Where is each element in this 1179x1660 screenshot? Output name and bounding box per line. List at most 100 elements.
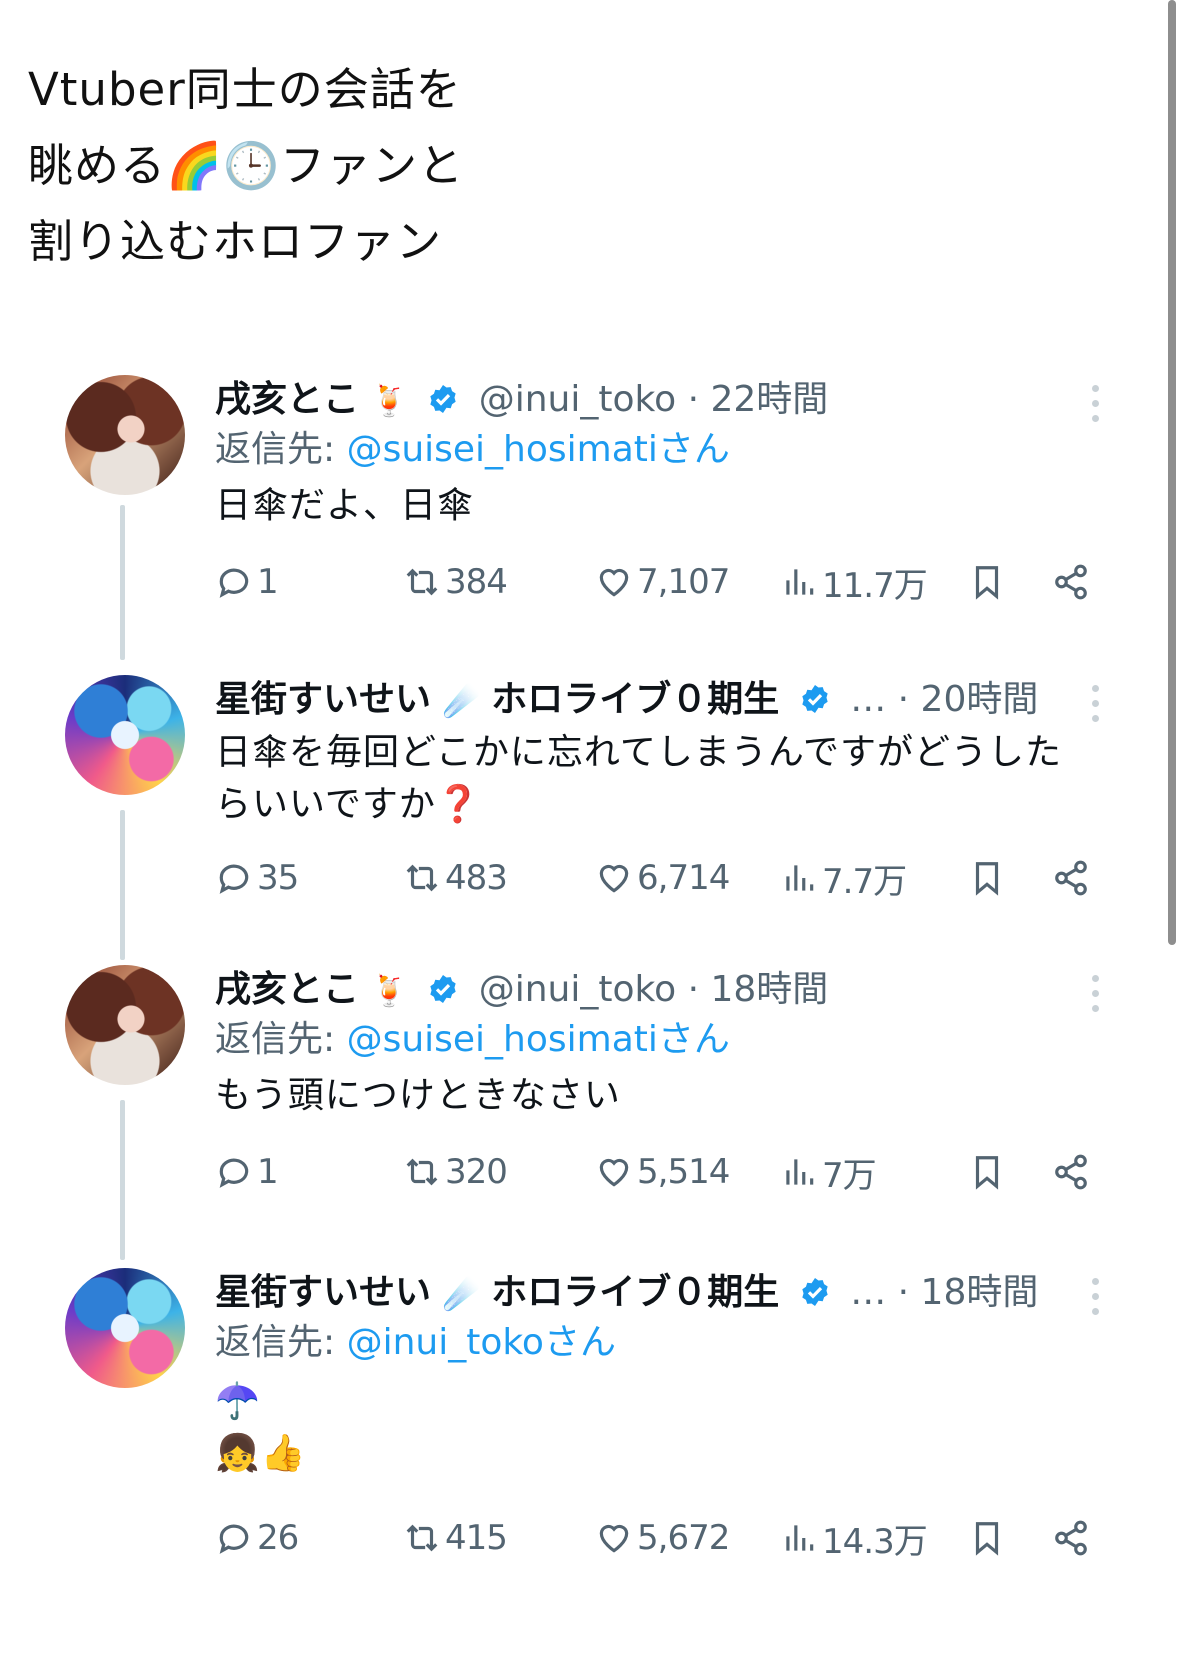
- more-icon[interactable]: [1092, 385, 1100, 425]
- share-button[interactable]: [1052, 1147, 1094, 1197]
- timestamp[interactable]: · 22時間: [688, 379, 829, 420]
- reply-button[interactable]: 35: [215, 853, 299, 903]
- display-name[interactable]: 星街すいせい: [215, 679, 431, 720]
- reply-icon: [219, 568, 249, 598]
- action-bar: 35 483 6,714 7.7万: [0, 853, 1179, 903]
- views-icon: [786, 1525, 814, 1551]
- like-button[interactable]: 6,714: [595, 853, 730, 903]
- retweet-count: 320: [445, 1152, 508, 1192]
- bookmark-icon: [975, 1156, 999, 1190]
- handle[interactable]: @inui_toko: [479, 969, 676, 1010]
- share-icon: [1055, 564, 1087, 600]
- share-button[interactable]: [1052, 853, 1094, 903]
- avatar[interactable]: [65, 1268, 185, 1388]
- views-button[interactable]: 7万: [780, 1147, 877, 1197]
- tweet-header: 星街すいせい ☄️ ホロライブ０期生 … · 20時間: [215, 675, 1038, 725]
- tweet-text-line: ☂️: [215, 1381, 261, 1422]
- retweet-button[interactable]: 483: [403, 853, 508, 903]
- reply-to: 返信先: @suisei_hosimatiさん: [215, 425, 730, 475]
- display-name[interactable]: 星街すいせい: [215, 1272, 431, 1313]
- retweet-icon: [406, 568, 438, 596]
- verified-icon: [430, 975, 456, 1003]
- views-button[interactable]: 7.7万: [780, 853, 907, 903]
- like-button[interactable]: 5,672: [595, 1513, 730, 1563]
- timestamp[interactable]: · 18時間: [688, 969, 829, 1010]
- name-ellipsis: …: [850, 679, 887, 720]
- tweet-header: 星街すいせい ☄️ ホロライブ０期生 … · 18時間: [215, 1268, 1038, 1318]
- reply-handle[interactable]: @suisei_hosimati: [347, 1019, 658, 1060]
- like-icon: [599, 1158, 629, 1187]
- share-button[interactable]: [1052, 557, 1094, 607]
- tweet-text-line: 👧👍: [215, 1433, 307, 1474]
- like-count: 6,714: [637, 858, 730, 898]
- views-icon: [786, 1159, 814, 1185]
- views-button[interactable]: 11.7万: [780, 557, 928, 607]
- bookmark-button[interactable]: [968, 557, 1010, 607]
- bookmark-button[interactable]: [968, 1147, 1010, 1197]
- reply-handle[interactable]: @inui_toko: [347, 1322, 544, 1363]
- like-button[interactable]: 7,107: [595, 557, 730, 607]
- tweet-text: 日傘だよ、日傘: [215, 480, 474, 532]
- verified-icon: [430, 385, 456, 413]
- name-emoji: 🍹: [370, 384, 408, 419]
- avatar[interactable]: [65, 375, 185, 495]
- share-button[interactable]: [1052, 1513, 1094, 1563]
- reply-prefix: 返信先:: [215, 1019, 347, 1060]
- reply-to: 返信先: @inui_tokoさん: [215, 1318, 616, 1368]
- bookmark-button[interactable]: [968, 1513, 1010, 1563]
- tweet-header: 戌亥とこ 🍹 @inui_toko · 22時間: [215, 375, 828, 425]
- bookmark-button[interactable]: [968, 853, 1010, 903]
- tweet-text: もう頭につけときなさい: [215, 1070, 621, 1122]
- reply-icon: [219, 864, 249, 894]
- reply-button[interactable]: 1: [215, 1147, 279, 1197]
- views-count: 11.7万: [822, 565, 928, 606]
- tweet-text: ☂️ 👧👍: [215, 1376, 307, 1480]
- caption: Vtuber同士の会話を 眺める🌈🕒ファンと 割り込むホロファン: [28, 52, 464, 280]
- more-icon[interactable]: [1092, 685, 1100, 725]
- bookmark-icon: [975, 1522, 999, 1556]
- like-button[interactable]: 5,514: [595, 1147, 730, 1197]
- views-icon: [786, 865, 814, 891]
- display-name[interactable]: 戌亥とこ: [215, 379, 359, 420]
- reply-icon: [219, 1524, 249, 1554]
- retweet-button[interactable]: 320: [403, 1147, 508, 1197]
- views-button[interactable]: 14.3万: [780, 1513, 928, 1563]
- retweet-button[interactable]: 384: [403, 557, 508, 607]
- reply-button[interactable]: 1: [215, 557, 279, 607]
- like-icon: [599, 1524, 629, 1553]
- handle[interactable]: @inui_toko: [479, 379, 676, 420]
- reply-suffix: さん: [657, 429, 730, 470]
- display-name[interactable]: 戌亥とこ: [215, 969, 359, 1010]
- like-count: 7,107: [637, 562, 730, 602]
- caption-line-1: Vtuber同士の会話を: [28, 63, 462, 116]
- reply-count: 26: [257, 1518, 299, 1558]
- bookmark-icon: [975, 566, 999, 600]
- retweet-button[interactable]: 415: [403, 1513, 508, 1563]
- retweet-count: 415: [445, 1518, 508, 1558]
- like-count: 5,672: [637, 1518, 730, 1558]
- like-icon: [599, 568, 629, 597]
- tweet-text-line: らいいですか❓: [215, 784, 482, 825]
- retweet-count: 483: [445, 858, 508, 898]
- retweet-icon: [406, 1524, 438, 1552]
- more-icon[interactable]: [1092, 975, 1100, 1015]
- display-name-rest[interactable]: ホロライブ０期生: [491, 1272, 779, 1313]
- reply-handle[interactable]: @suisei_hosimati: [347, 429, 658, 470]
- retweet-count: 384: [445, 562, 508, 602]
- reply-suffix: さん: [543, 1322, 616, 1363]
- display-name-rest[interactable]: ホロライブ０期生: [491, 679, 779, 720]
- more-icon[interactable]: [1092, 1278, 1100, 1318]
- verified-icon: [802, 685, 828, 713]
- name-emoji: ☄️: [442, 1277, 480, 1312]
- reply-to: 返信先: @suisei_hosimatiさん: [215, 1015, 730, 1065]
- caption-line-3: 割り込むホロファン: [28, 215, 443, 268]
- timestamp[interactable]: · 20時間: [898, 679, 1039, 720]
- name-emoji: ☄️: [442, 684, 480, 719]
- timestamp[interactable]: · 18時間: [898, 1272, 1039, 1313]
- avatar[interactable]: [65, 675, 185, 795]
- scrollbar[interactable]: [1168, 0, 1176, 945]
- reply-suffix: さん: [657, 1019, 730, 1060]
- avatar[interactable]: [65, 965, 185, 1085]
- reply-button[interactable]: 26: [215, 1513, 299, 1563]
- reply-prefix: 返信先:: [215, 1322, 347, 1363]
